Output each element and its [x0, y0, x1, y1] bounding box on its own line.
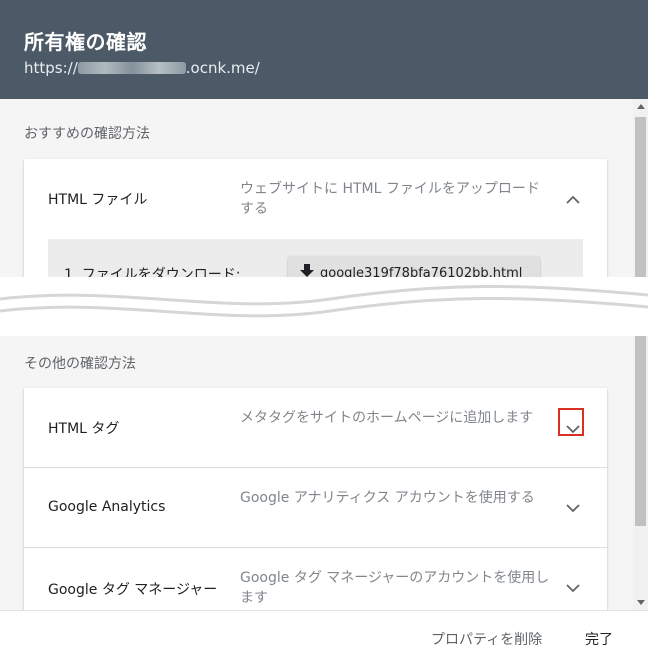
html-file-row[interactable]: HTML ファイル ウェブサイトに HTML ファイルをアップロードする: [24, 159, 607, 238]
method-name: HTML ファイル: [48, 192, 148, 208]
dialog-title: 所有権の確認: [24, 30, 147, 54]
dialog-footer: プロパティを削除 完了: [0, 610, 648, 666]
google-analytics-row[interactable]: Google Analytics Google アナリティクス アカウントを使用…: [24, 468, 607, 547]
scroll-thumb[interactable]: [635, 117, 646, 277]
google-tag-manager-row[interactable]: Google タグ マネージャー Google タグ マネージャーのアカウントを…: [24, 548, 607, 610]
method-name: Google タグ マネージャー: [48, 582, 218, 598]
property-url: https:// .ocnk.me/: [24, 59, 260, 77]
dialog-header: 所有権の確認 https:// .ocnk.me/: [0, 0, 648, 99]
download-file-button[interactable]: google319f78bfa76102bb.html: [288, 256, 540, 277]
recommended-section: おすすめの確認方法 HTML ファイル ウェブサイトに HTML ファイルをアッ…: [0, 99, 633, 277]
method-name: HTML タグ: [48, 421, 120, 437]
scrollbar-top[interactable]: [633, 99, 648, 277]
method-name: Google Analytics: [48, 499, 166, 515]
torn-edge-divider: [0, 277, 648, 336]
redacted-subdomain: [77, 62, 186, 74]
scroll-thumb[interactable]: [635, 336, 646, 526]
delete-property-button[interactable]: プロパティを削除: [431, 629, 542, 649]
url-prefix: https://: [24, 59, 78, 77]
chevron-down-icon[interactable]: [561, 417, 585, 441]
other-methods-card: HTML タグ メタタグをサイトのホームページに追加します Google Ana…: [24, 388, 607, 610]
scroll-up-arrow[interactable]: [637, 104, 645, 109]
html-file-card: HTML ファイル ウェブサイトに HTML ファイルをアップロードする 1. …: [24, 159, 607, 277]
url-suffix: .ocnk.me/: [185, 59, 260, 77]
html-tag-row[interactable]: HTML タグ メタタグをサイトのホームページに追加します: [24, 388, 607, 467]
chevron-down-icon[interactable]: [561, 576, 585, 600]
scrollbar-bottom[interactable]: [633, 336, 648, 610]
method-description: Google アナリティクス アカウントを使用する: [240, 490, 535, 506]
method-description: ウェブサイトに HTML ファイルをアップロードする: [240, 181, 540, 217]
method-description: Google タグ マネージャーのアカウントを使用します: [240, 570, 550, 606]
chevron-up-icon[interactable]: [561, 187, 585, 211]
done-button[interactable]: 完了: [585, 629, 613, 649]
other-methods-label: その他の確認方法: [24, 356, 136, 372]
scroll-down-arrow[interactable]: [637, 600, 645, 605]
method-description: メタタグをサイトのホームページに追加します: [240, 410, 534, 426]
download-file-name: google319f78bfa76102bb.html: [320, 266, 523, 277]
download-icon: [300, 264, 314, 277]
other-methods-section: その他の確認方法 HTML タグ メタタグをサイトのホームページに追加します G…: [0, 336, 633, 610]
download-step: 1. ファイルをダウンロード: google319f78bfa76102bb.h…: [48, 239, 583, 277]
recommended-label: おすすめの確認方法: [24, 126, 150, 142]
chevron-down-icon[interactable]: [561, 496, 585, 520]
step-label: 1. ファイルをダウンロード:: [64, 267, 241, 277]
